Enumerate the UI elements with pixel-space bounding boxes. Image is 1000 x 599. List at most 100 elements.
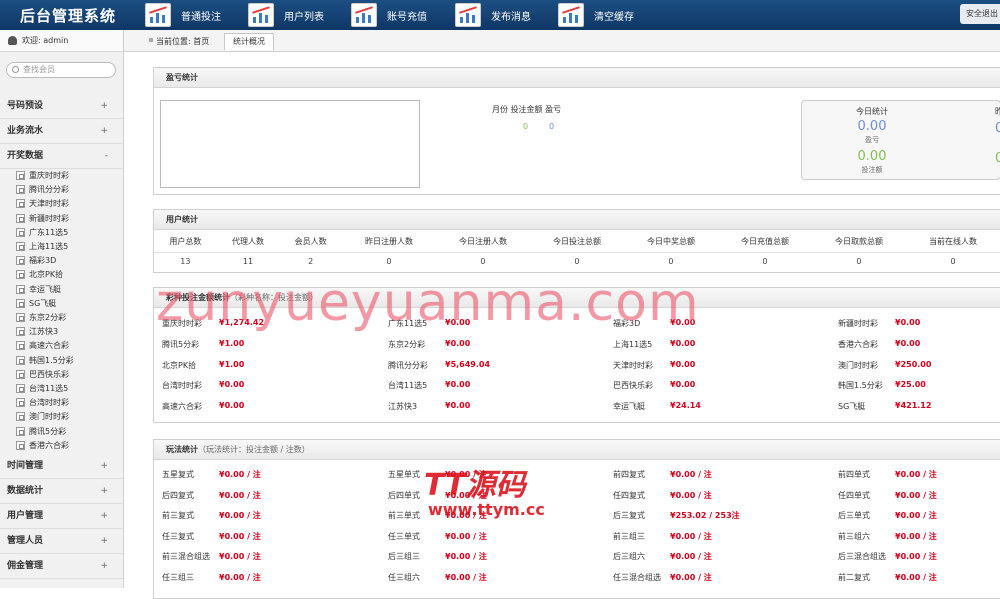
sidebar-sub-item[interactable]: 幸运飞艇: [16, 283, 61, 297]
sidebar-sub-label: 江苏快3: [29, 327, 59, 337]
lottery-stat-name: 天津时时彩: [613, 360, 653, 370]
sidebar-sub-item[interactable]: 台湾11选5: [16, 382, 68, 396]
sidebar-sub-item[interactable]: 广东11选5: [16, 226, 68, 240]
lottery-icon: [16, 426, 25, 436]
sidebar-sub-item[interactable]: 福彩3D: [16, 254, 56, 268]
sidebar-sub-item[interactable]: 东京2分彩: [16, 311, 66, 325]
sidebar-sub-item[interactable]: 高速六合彩: [16, 339, 69, 353]
search-input[interactable]: 查找会员: [6, 62, 116, 78]
sidebar-sub-item[interactable]: 天津时时彩: [16, 197, 69, 211]
sidebar-sub-label: 澳门时时彩: [29, 412, 69, 422]
lottery-stat-value: ¥24.14: [670, 401, 701, 411]
sidebar-menu-label: 开奖数据: [7, 151, 44, 161]
sidebar-menu-label: 管理人员: [7, 536, 44, 546]
sidebar-sub-label: 幸运飞艇: [29, 284, 61, 294]
sidebar-sub-item[interactable]: 巴西快乐彩: [16, 368, 69, 382]
lottery-stats-note: （彩种名称：投注金额）: [230, 293, 318, 302]
lottery-stat-value: ¥0.00: [445, 401, 471, 411]
sidebar-menu-bottom-3[interactable]: 管理人员 +: [0, 529, 123, 554]
sidebar-sub-item[interactable]: 腾讯分分彩: [16, 183, 69, 197]
lottery-icon: [16, 384, 25, 393]
expand-icon: +: [100, 511, 108, 521]
sidebar-menu-label: 数据统计: [7, 486, 44, 496]
play-stat-value: ¥0.00 / 注: [445, 511, 487, 521]
sidebar-sub-item[interactable]: 台湾时时彩: [16, 396, 69, 410]
expand-icon: -: [104, 151, 108, 161]
sidebar: 欢迎: admin 查找会员 号码预设 + 业务流水 + 开奖数据 - 重庆时时彩 腾讯分分彩…: [0, 30, 124, 588]
sidebar-sub-item[interactable]: 江苏快3: [16, 325, 58, 339]
sidebar-menu-label: 佣金管理: [7, 561, 44, 571]
lottery-stat-value: ¥0.00: [219, 401, 245, 411]
lottery-stat-value: ¥5,649.04: [445, 359, 491, 369]
sidebar-menu-bottom-4[interactable]: 佣金管理 +: [0, 554, 123, 579]
sidebar-sub-item[interactable]: 新疆时时彩: [16, 212, 69, 226]
play-stat-name: 前四单式: [838, 470, 870, 479]
sidebar-sub-label: 天津时时彩: [29, 199, 69, 209]
sidebar-sub-item[interactable]: 香港六合彩: [16, 439, 69, 453]
sidebar-menu-bottom-2[interactable]: 用户管理 +: [0, 504, 123, 529]
lottery-stat-value: ¥0.00: [670, 318, 696, 327]
sidebar-menu-1[interactable]: 业务流水 +: [0, 119, 123, 144]
sidebar-sub-item[interactable]: 北京PK拾: [16, 268, 63, 282]
lottery-icon: [16, 213, 25, 223]
lottery-icon: [16, 355, 25, 365]
play-stat-name: 任四单式: [838, 490, 870, 500]
user-stats-value-cell: 0: [950, 256, 956, 266]
user-stats-value-cell: 13: [180, 256, 191, 266]
sidebar-sub-item[interactable]: 腾讯5分彩: [16, 425, 66, 439]
sidebar-sub-item[interactable]: 韩国1.5分彩: [16, 354, 74, 368]
play-stat-name: 前二复式: [838, 573, 870, 582]
play-stat-name: 前四复式: [613, 470, 645, 479]
nav-clear-cache[interactable]: 清空缓存: [558, 1, 634, 29]
nav-normal-bet[interactable]: 普通投注: [145, 1, 221, 29]
play-stat-value: ¥0.00 / 注: [445, 573, 487, 582]
lottery-stat-value: ¥1,274.42: [219, 318, 265, 327]
sidebar-menu-2[interactable]: 开奖数据 -: [0, 144, 123, 169]
lottery-stat-name: 江苏快3: [388, 402, 418, 412]
search-icon: [12, 66, 19, 73]
user-stats-value-cell: 0: [856, 256, 862, 266]
play-stat-value: ¥0.00 / 注: [219, 573, 261, 582]
play-stat-value: ¥0.00 / 注: [219, 552, 261, 562]
sidebar-sub-label: 韩国1.5分彩: [29, 355, 74, 365]
lottery-stat-value: ¥1.00: [219, 359, 245, 369]
play-stat-value: ¥0.00 / 注: [895, 573, 937, 582]
lottery-stat-value: ¥421.12: [895, 401, 932, 411]
yesterday-profit: 0: [995, 121, 1000, 136]
sidebar-sub-item[interactable]: SG飞艇: [16, 297, 56, 311]
lottery-stat-value: ¥25.00: [895, 380, 926, 390]
user-stats-header-cell: 会员人数: [279, 232, 342, 253]
sidebar-sub-item[interactable]: 澳门时时彩: [16, 410, 69, 424]
nav-account-recharge[interactable]: 账号充值: [351, 1, 427, 29]
sidebar-menu-bottom-0[interactable]: 时间管理 +: [0, 454, 123, 479]
sidebar-menu-label: 时间管理: [7, 461, 44, 471]
sidebar-sub-label: 上海11选5: [29, 242, 69, 251]
sidebar-sub-label: 台湾时时彩: [29, 398, 69, 408]
user-stats-header-cell: 昨日注册人数: [341, 232, 436, 253]
sidebar-sub-label: 台湾11选5: [29, 384, 69, 393]
user-stats-value-cell: 0: [574, 256, 580, 266]
nav-user-list[interactable]: 用户列表: [248, 1, 324, 29]
play-stat-value: ¥0.00 / 注: [895, 531, 937, 541]
safe-exit-button[interactable]: 安全退出: [960, 4, 1000, 24]
nav-publish-message[interactable]: 发布消息: [455, 1, 531, 29]
play-stat-name: 前三组六: [838, 531, 870, 541]
chart-legend: 月份 投注金额 盈亏: [492, 105, 562, 114]
sidebar-menu-0[interactable]: 号码预设 +: [0, 94, 123, 119]
lottery-icon: [16, 270, 25, 280]
expand-icon: +: [100, 461, 108, 471]
tab-overview[interactable]: 统计概况: [224, 33, 274, 50]
user-stats-title: 用户统计: [154, 210, 1000, 230]
user-stats-panel: 用户统计 用户总数 代理人数 会员人数 昨日注册人数 今日注册人数 今日投注总额 今日中奖总…: [153, 209, 1000, 273]
sidebar-sub-item[interactable]: 重庆时时彩: [16, 169, 69, 183]
lottery-stat-name: 福彩3D: [613, 319, 641, 328]
sidebar-menu-bottom-1[interactable]: 数据统计 +: [0, 479, 123, 504]
user-stats-header-cell: 今日中奖总额: [623, 232, 718, 253]
sidebar-sub-item[interactable]: 上海11选5: [16, 240, 68, 254]
lottery-stat-value: ¥0.00: [670, 338, 696, 348]
lottery-icon: [16, 398, 25, 408]
legend-value-1: 0: [523, 122, 529, 131]
lottery-stat-name: 重庆时时彩: [162, 319, 202, 328]
chart-icon: [248, 3, 274, 27]
app-title: 后台管理系统: [20, 7, 117, 25]
